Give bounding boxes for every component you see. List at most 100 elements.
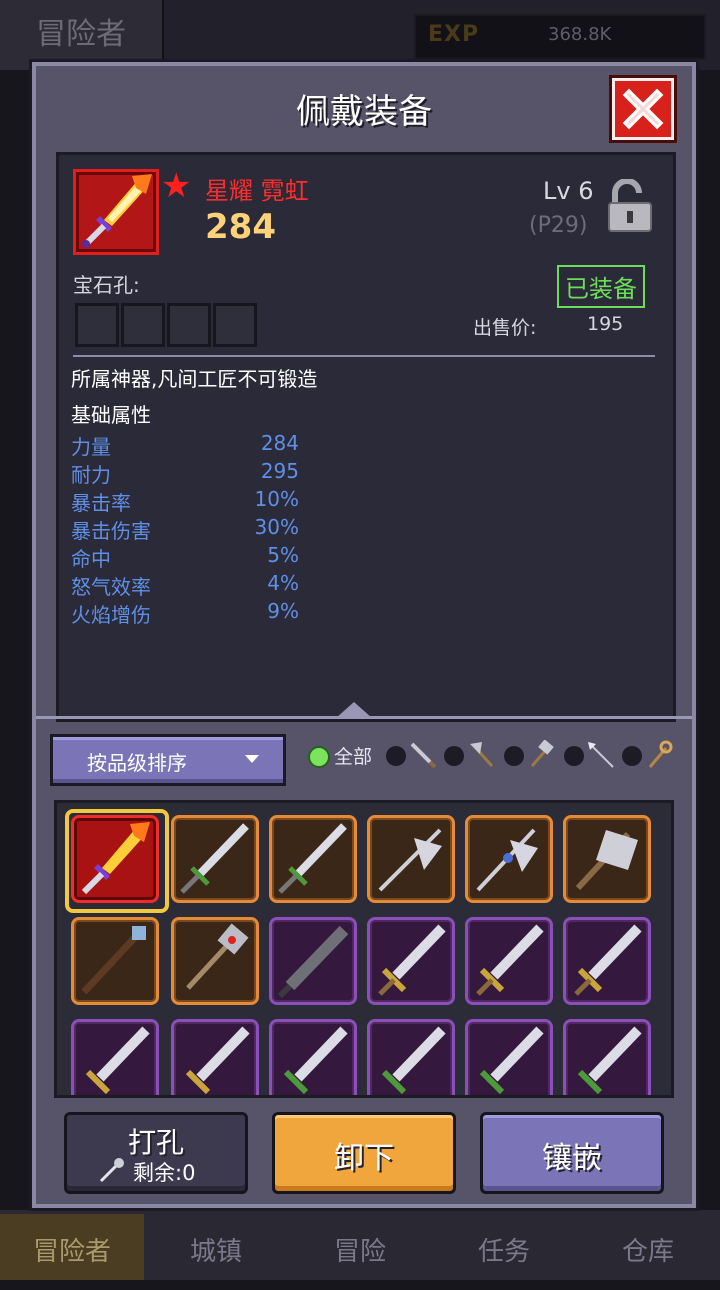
drill-button[interactable]: 打孔 剩余:0 bbox=[64, 1112, 248, 1194]
sword-icon bbox=[378, 924, 446, 996]
hammer-icon[interactable] bbox=[526, 740, 556, 770]
gem-slot[interactable] bbox=[213, 303, 257, 347]
rarity-star-icon: ★ bbox=[161, 166, 192, 206]
flame-sword-icon bbox=[81, 822, 150, 895]
halberd-icon bbox=[476, 828, 538, 892]
sword-icon bbox=[283, 1026, 348, 1095]
inventory-slot[interactable] bbox=[465, 917, 553, 1005]
equipment-modal: 佩戴装备 ★ 星耀 霓虹 284 Lv 6 (P29) 宝石孔: 已装备 出售价… bbox=[32, 62, 696, 1208]
staff-icon[interactable] bbox=[644, 740, 674, 770]
unequip-button[interactable]: 卸下 bbox=[272, 1112, 456, 1194]
filter-all-radio[interactable] bbox=[308, 746, 330, 768]
modal-title: 佩戴装备 bbox=[296, 92, 432, 132]
inventory-slot[interactable] bbox=[71, 917, 159, 1005]
inventory-slot[interactable] bbox=[367, 815, 455, 903]
spear-icon[interactable] bbox=[586, 740, 616, 770]
gem-slot[interactable] bbox=[167, 303, 211, 347]
inlay-button[interactable]: 镶嵌 bbox=[480, 1112, 664, 1194]
chevron-down-icon bbox=[245, 755, 259, 763]
inventory-grid bbox=[54, 800, 674, 1098]
stat-value: 30% bbox=[254, 515, 299, 539]
item-power: 284 bbox=[205, 207, 276, 247]
sword-icon bbox=[381, 1026, 446, 1095]
exp-label: EXP bbox=[428, 22, 480, 47]
stat-value: 9% bbox=[267, 599, 299, 623]
top-bar: 冒险者 EXP 368.8K bbox=[0, 0, 720, 70]
drill-icon bbox=[99, 1158, 124, 1183]
inventory-slot[interactable] bbox=[71, 1019, 159, 1095]
inventory-slot[interactable] bbox=[563, 1019, 651, 1095]
exp-bar: EXP 368.8K bbox=[414, 14, 706, 60]
sword-icon bbox=[85, 1026, 150, 1095]
item-level: Lv 6 bbox=[543, 177, 594, 205]
axe-icon[interactable] bbox=[466, 740, 496, 770]
sword-icon bbox=[278, 823, 347, 894]
inventory-slot[interactable] bbox=[563, 917, 651, 1005]
inventory-slot[interactable] bbox=[563, 815, 651, 903]
nav-town[interactable]: 城镇 bbox=[144, 1214, 288, 1280]
inventory-slot[interactable] bbox=[171, 815, 259, 903]
axe-icon bbox=[575, 830, 638, 891]
item-level-sub: (P29) bbox=[529, 213, 588, 238]
stat-value: 295 bbox=[260, 459, 299, 483]
filter-radio[interactable] bbox=[622, 746, 642, 766]
inventory-slot[interactable] bbox=[465, 1019, 553, 1095]
drill-remaining: 剩余:0 bbox=[133, 1161, 196, 1185]
nav-adventurer[interactable]: 冒险者 bbox=[0, 1214, 144, 1280]
close-button[interactable] bbox=[612, 78, 674, 140]
filter-radio[interactable] bbox=[444, 746, 464, 766]
inventory-slot[interactable] bbox=[171, 917, 259, 1005]
stat-value: 284 bbox=[260, 431, 299, 455]
filter-radio[interactable] bbox=[564, 746, 584, 766]
gem-slot[interactable] bbox=[121, 303, 165, 347]
gem-slots-label: 宝石孔: bbox=[73, 273, 140, 297]
nav-adventure[interactable]: 冒险 bbox=[288, 1214, 432, 1280]
equipped-badge: 已装备 bbox=[557, 265, 645, 308]
close-icon bbox=[622, 88, 664, 130]
unlock-icon[interactable] bbox=[605, 178, 655, 233]
item-icon bbox=[73, 169, 159, 255]
inventory-slot[interactable] bbox=[465, 815, 553, 903]
base-stats-title: 基础属性 bbox=[71, 403, 151, 427]
item-name: 星耀 霓虹 bbox=[205, 177, 309, 205]
nav-quests[interactable]: 任务 bbox=[432, 1214, 576, 1280]
nav-warehouse[interactable]: 仓库 bbox=[576, 1214, 720, 1280]
sword-icon bbox=[180, 823, 249, 894]
filter-all-label[interactable]: 全部 bbox=[334, 742, 372, 769]
gem-slot[interactable] bbox=[75, 303, 119, 347]
top-bar-title: 冒险者 bbox=[0, 0, 164, 70]
stat-value: 4% bbox=[267, 571, 299, 595]
staff-icon bbox=[81, 926, 146, 995]
filter-radio[interactable] bbox=[504, 746, 524, 766]
item-description: 所属神器,凡间工匠不可锻造 bbox=[71, 367, 318, 391]
halberd-icon bbox=[378, 828, 442, 892]
separator bbox=[36, 716, 692, 719]
sort-dropdown[interactable]: 按品级排序 bbox=[50, 734, 286, 786]
inventory-slot[interactable] bbox=[269, 917, 357, 1005]
sort-label: 按品级排序 bbox=[87, 751, 187, 775]
inventory-slot[interactable] bbox=[367, 1019, 455, 1095]
inventory-slot[interactable] bbox=[171, 1019, 259, 1095]
sword-icon bbox=[574, 924, 642, 996]
inlay-label: 镶嵌 bbox=[542, 1141, 602, 1176]
exp-value: 368.8K bbox=[548, 24, 612, 45]
serrated-sword-icon bbox=[277, 925, 349, 999]
inventory-slot[interactable] bbox=[71, 815, 159, 903]
inventory-slot[interactable] bbox=[269, 815, 357, 903]
sword-icon bbox=[479, 1026, 544, 1095]
item-detail-panel: ★ 星耀 霓虹 284 Lv 6 (P29) 宝石孔: 已装备 出售价: 195… bbox=[56, 152, 676, 722]
filter-radio[interactable] bbox=[386, 746, 406, 766]
flame-sword-icon bbox=[82, 174, 152, 248]
sword-icon[interactable] bbox=[408, 740, 438, 770]
divider bbox=[73, 355, 655, 357]
stat-value: 5% bbox=[267, 543, 299, 567]
mace-icon bbox=[186, 923, 249, 990]
drill-label: 打孔 bbox=[127, 1126, 184, 1159]
sell-price-label: 出售价: bbox=[473, 317, 537, 339]
inventory-slot[interactable] bbox=[367, 917, 455, 1005]
unequip-label: 卸下 bbox=[334, 1141, 394, 1176]
sell-price-value: 195 bbox=[587, 313, 624, 335]
inventory-slot[interactable] bbox=[269, 1019, 357, 1095]
sword-icon bbox=[476, 924, 544, 996]
sword-icon bbox=[185, 1026, 250, 1095]
